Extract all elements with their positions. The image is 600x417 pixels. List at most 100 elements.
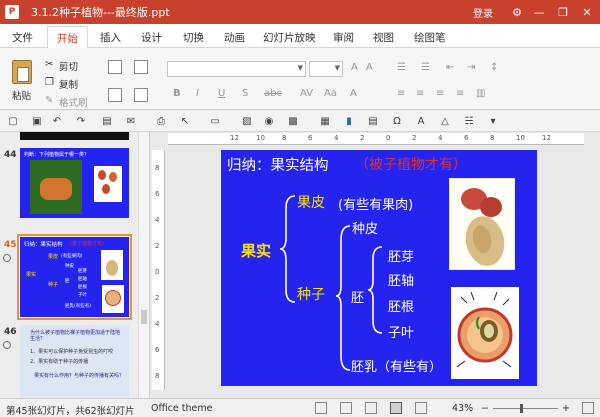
tab-transitions[interactable]: 切换 <box>183 30 204 45</box>
underline-icon[interactable]: U <box>218 88 225 99</box>
label-seed: 种子 <box>297 287 325 303</box>
bold-icon[interactable]: B <box>173 88 181 99</box>
print-icon[interactable]: ⎙ <box>154 114 168 128</box>
label-radicle: 胚根 <box>388 300 415 315</box>
grow-font-icon[interactable]: A <box>351 62 358 73</box>
tab-slideshow[interactable]: 幻灯片放映 <box>263 30 316 45</box>
ruler-tick-label: 6 <box>155 190 160 198</box>
new-file-icon[interactable]: ▢ <box>6 114 20 128</box>
mail-icon[interactable]: ✉ <box>124 114 138 128</box>
tab-file[interactable]: 文件 <box>12 30 33 45</box>
layout-icon[interactable] <box>134 60 148 74</box>
normal-view-icon[interactable] <box>315 402 327 414</box>
slide-icon[interactable]: ▭ <box>208 114 222 128</box>
pointer-icon[interactable]: ↖ <box>178 114 192 128</box>
spacing-icon[interactable]: AV <box>300 88 313 99</box>
section-icon[interactable] <box>108 88 122 102</box>
thumb-label: 种皮 <box>65 264 74 269</box>
close-button[interactable]: ✕ <box>576 0 598 24</box>
format-icon[interactable]: ▤ <box>100 114 114 128</box>
thumb-45[interactable]: 归纳：果实结构 (被子植物才有) 果实 果皮 (有些果肉) 种皮 胚 种子 胚芽… <box>17 234 132 320</box>
textbox-icon[interactable]: ▤ <box>366 114 380 128</box>
reading-view-icon[interactable] <box>365 402 377 414</box>
numbering-icon[interactable]: ☰ <box>421 62 430 73</box>
shrink-font-icon[interactable]: A <box>366 62 373 73</box>
picture-icon[interactable]: ▨ <box>240 114 254 128</box>
thumb-46[interactable]: 为什么被子植物比裸子植物更加适于陆地生活？ 1、果实可以保护种子免受昆虫的叮咬 … <box>20 325 129 398</box>
slide-title: 归纳：果实结构 <box>227 158 329 174</box>
font-size-select[interactable]: ▼ <box>309 61 343 77</box>
table-icon[interactable]: ▦ <box>318 114 332 128</box>
tab-insert[interactable]: 插入 <box>100 30 121 45</box>
equation-icon[interactable]: Ω <box>390 114 404 128</box>
fit-slide-icon[interactable] <box>582 402 594 414</box>
columns-icon[interactable]: ▥ <box>476 88 485 99</box>
image-icon[interactable]: ▩ <box>286 114 300 128</box>
shapes-icon[interactable]: △ <box>438 114 452 128</box>
zoom-in-icon[interactable]: + <box>562 403 570 414</box>
slide-canvas[interactable]: 归纳：果实结构 （被子植物才有） 果实 果皮 (有些有果肉) 种皮 种子 胚 胚… <box>221 150 537 386</box>
line-spacing-icon[interactable]: ↕ <box>490 62 498 73</box>
case-icon[interactable]: Aa <box>324 88 337 99</box>
slide-sorter-icon[interactable] <box>340 402 352 414</box>
tab-view[interactable]: 视图 <box>373 30 394 45</box>
cut-button[interactable]: 剪切 <box>59 59 78 73</box>
thumb-label: 子叶 <box>78 293 87 298</box>
new-slide-icon[interactable] <box>108 60 122 74</box>
justify-icon[interactable]: ≡ <box>456 88 464 99</box>
tab-home[interactable]: 开始 <box>47 26 88 49</box>
ruler-tick-label: 6 <box>464 134 469 142</box>
tab-design[interactable]: 设计 <box>141 30 162 45</box>
presenter-view-icon[interactable] <box>415 402 427 414</box>
shadow-icon[interactable]: S <box>242 88 248 99</box>
tab-animations[interactable]: 动画 <box>224 30 245 45</box>
zoom-out-icon[interactable]: − <box>481 403 489 414</box>
paste-button[interactable]: 粘贴 <box>12 88 31 102</box>
scissors-icon[interactable]: ✂ <box>45 59 53 70</box>
save-icon[interactable]: ▣ <box>30 114 44 128</box>
symbol-icon[interactable]: A <box>414 114 428 128</box>
thumb-43-tail[interactable] <box>20 132 129 140</box>
scroll-thumb[interactable] <box>141 310 147 324</box>
zoom-level: 43% <box>452 403 474 414</box>
maximize-button[interactable]: ❐ <box>552 0 574 24</box>
copy-button[interactable]: 复制 <box>59 77 78 91</box>
increase-indent-icon[interactable]: ⇥ <box>467 62 475 73</box>
format-painter-button[interactable]: 格式刷 <box>59 95 88 109</box>
redo-icon[interactable]: ↷ <box>74 114 88 128</box>
thumb-44[interactable]: 判断：下列植物属于哪一类？ <box>20 148 129 218</box>
animation-marker <box>3 341 11 349</box>
align-left-icon[interactable]: ≡ <box>397 88 405 99</box>
thumbnails-scrollbar[interactable] <box>138 132 149 398</box>
tab-review[interactable]: 审阅 <box>333 30 354 45</box>
font-family-select[interactable]: ▼ <box>167 61 306 77</box>
font-color-icon[interactable]: A <box>350 88 357 99</box>
align-center-icon[interactable]: ≡ <box>416 88 424 99</box>
align-right-icon[interactable]: ≡ <box>436 88 444 99</box>
minimize-button[interactable]: — <box>528 0 550 24</box>
thumb-label: 胚轴 <box>78 277 87 282</box>
undo-icon[interactable]: ↶ <box>50 114 64 128</box>
reset-icon[interactable] <box>134 88 148 102</box>
label-fruit: 果实 <box>241 242 272 260</box>
paste-icon[interactable] <box>12 60 32 84</box>
more-icon[interactable]: ▾ <box>486 114 500 128</box>
zoom-slider[interactable] <box>493 408 558 409</box>
ruler-tick-label: 4 <box>155 320 160 328</box>
ruler-tick-label: 2 <box>155 294 160 302</box>
camera-icon[interactable]: ◉ <box>262 114 276 128</box>
chart-icon[interactable]: ▮ <box>342 114 356 128</box>
strikethrough-icon[interactable]: abc <box>264 88 282 99</box>
bullets-icon[interactable]: ☰ <box>397 62 406 73</box>
seeds-photo <box>94 166 122 202</box>
smartart-icon[interactable]: ☵ <box>462 114 476 128</box>
zoom-slider-handle[interactable] <box>520 404 523 413</box>
login-link[interactable]: 登录 <box>473 5 493 20</box>
italic-icon[interactable]: I <box>196 88 199 99</box>
settings-icon[interactable]: ⚙ <box>506 0 528 24</box>
tab-pen[interactable]: 绘图笔 <box>414 30 446 45</box>
copy-icon[interactable]: ❐ <box>45 77 54 88</box>
slideshow-view-icon[interactable] <box>390 402 402 414</box>
label-pericarp: 果皮 <box>297 195 325 211</box>
decrease-indent-icon[interactable]: ⇤ <box>446 62 454 73</box>
